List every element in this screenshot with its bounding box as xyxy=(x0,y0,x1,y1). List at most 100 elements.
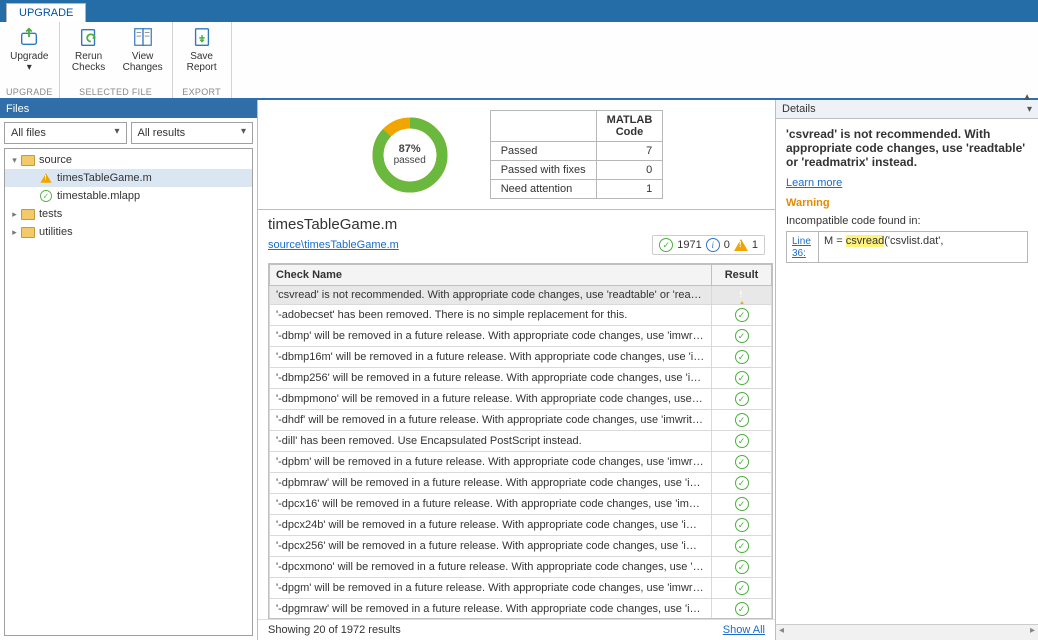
check-result-cell: ✓ xyxy=(712,431,772,452)
info-count: 0 xyxy=(724,239,730,251)
check-result-cell: ✓ xyxy=(712,368,772,389)
pass-icon: ✓ xyxy=(735,455,749,469)
check-name-cell: '-dbmpmono' will be removed in a future … xyxy=(270,389,712,410)
found-in-label: Incompatible code found in: xyxy=(786,215,1028,227)
check-row[interactable]: '-dbmp16m' will be removed in a future r… xyxy=(270,347,772,368)
tree-item-label: utilities xyxy=(39,226,73,238)
check-result-cell: ✓ xyxy=(712,578,772,599)
pass-icon: ✓ xyxy=(735,476,749,490)
check-name-cell: '-dpcx16' will be removed in a future re… xyxy=(270,494,712,515)
upgrade-button[interactable]: Upgrade▾ xyxy=(6,25,52,73)
tree-item-label: tests xyxy=(39,208,62,220)
check-row[interactable]: '-dpcx16' will be removed in a future re… xyxy=(270,494,772,515)
check-row[interactable]: '-dpgm' will be removed in a future rele… xyxy=(270,578,772,599)
check-row[interactable]: '-dpbm' will be removed in a future rele… xyxy=(270,452,772,473)
pass-icon: ✓ xyxy=(735,581,749,595)
show-all-link[interactable]: Show All xyxy=(723,624,765,636)
check-name-cell: '-dbmp' will be removed in a future rele… xyxy=(270,326,712,347)
col-check-name[interactable]: Check Name xyxy=(270,265,712,286)
check-result-cell xyxy=(712,286,772,305)
check-row[interactable]: '-dill' has been removed. Use Encapsulat… xyxy=(270,431,772,452)
check-row[interactable]: '-dhdf' will be removed in a future rele… xyxy=(270,410,772,431)
warn-count: 1 xyxy=(752,239,758,251)
learn-more-link[interactable]: Learn more xyxy=(786,177,842,189)
tree-folder[interactable]: ▸tests xyxy=(5,205,252,223)
pass-icon: ✓ xyxy=(38,189,54,203)
tree-item-label: source xyxy=(39,154,72,166)
filter-scope-dropdown[interactable]: All files xyxy=(4,122,127,144)
col-result[interactable]: Result xyxy=(712,265,772,286)
details-panel-title: Details xyxy=(782,103,816,115)
check-result-cell: ✓ xyxy=(712,326,772,347)
check-result-cell: ✓ xyxy=(712,473,772,494)
tree-item-label: timesTableGame.m xyxy=(57,172,152,184)
details-menu-icon[interactable]: ▾ xyxy=(1027,104,1032,115)
files-panel-title: Files xyxy=(0,100,257,118)
rerun-icon xyxy=(77,25,101,49)
rerun-checks-button[interactable]: Rerun Checks xyxy=(66,25,112,73)
pass-icon: ✓ xyxy=(735,413,749,427)
check-result-cell: ✓ xyxy=(712,347,772,368)
view-changes-button[interactable]: View Changes xyxy=(120,25,166,73)
tree-folder[interactable]: ▾source xyxy=(5,151,252,169)
check-row[interactable]: '-dpcx256' will be removed in a future r… xyxy=(270,536,772,557)
upgrade-icon xyxy=(17,25,41,49)
check-row[interactable]: '-dpcxmono' will be removed in a future … xyxy=(270,557,772,578)
check-name-cell: '-dbmp256' will be removed in a future r… xyxy=(270,368,712,389)
check-row[interactable]: '-dpgmraw' will be removed in a future r… xyxy=(270,599,772,620)
tree-file[interactable]: ✓timestable.mlapp xyxy=(5,187,252,205)
tree-folder[interactable]: ▸utilities xyxy=(5,223,252,241)
tree-item-label: timestable.mlapp xyxy=(57,190,140,202)
stat-value: 0 xyxy=(596,161,663,180)
warn-icon xyxy=(735,289,749,305)
check-result-cell: ✓ xyxy=(712,494,772,515)
details-scrollbar[interactable] xyxy=(776,624,1038,640)
save-report-button[interactable]: Save Report xyxy=(179,25,225,73)
check-name-cell: '-dpcx256' will be removed in a future r… xyxy=(270,536,712,557)
showing-text: Showing 20 of 1972 results xyxy=(268,624,401,636)
check-result-cell: ✓ xyxy=(712,557,772,578)
tree-file[interactable]: timesTableGame.m xyxy=(5,169,252,187)
detail-heading: 'csvread' is not recommended. With appro… xyxy=(786,127,1028,169)
save-report-icon xyxy=(190,25,214,49)
stat-value: 7 xyxy=(596,142,663,161)
check-result-cell: ✓ xyxy=(712,515,772,536)
check-result-cell: ✓ xyxy=(712,536,772,557)
folder-icon xyxy=(20,207,36,221)
check-row[interactable]: '-dpbmraw' will be removed in a future r… xyxy=(270,473,772,494)
check-row[interactable]: '-dbmp256' will be removed in a future r… xyxy=(270,368,772,389)
pass-icon: ✓ xyxy=(735,371,749,385)
file-tree[interactable]: ▾sourcetimesTableGame.m✓timestable.mlapp… xyxy=(4,148,253,636)
group-upgrade-label: UPGRADE xyxy=(6,87,53,97)
current-file-path[interactable]: source\timesTableGame.m xyxy=(268,239,399,251)
check-name-cell: '-dpbmraw' will be removed in a future r… xyxy=(270,473,712,494)
check-row[interactable]: '-dbmp' will be removed in a future rele… xyxy=(270,326,772,347)
code-location-table: Line 36: M = csvread('csvlist.dat', xyxy=(786,231,1028,263)
check-name-cell: 'csvread' is not recommended. With appro… xyxy=(270,286,712,305)
pass-icon: ✓ xyxy=(735,350,749,364)
tab-upgrade[interactable]: UPGRADE xyxy=(6,3,86,22)
pass-icon: ✓ xyxy=(735,308,749,322)
check-row[interactable]: 'csvread' is not recommended. With appro… xyxy=(270,286,772,305)
group-export-label: EXPORT xyxy=(182,87,221,97)
ribbon-collapse-icon[interactable]: ▲ xyxy=(1022,92,1032,103)
severity-label: Warning xyxy=(786,197,1028,209)
check-row[interactable]: '-dbmpmono' will be removed in a future … xyxy=(270,389,772,410)
check-row[interactable]: '-dpcx24b' will be removed in a future r… xyxy=(270,515,772,536)
line-link[interactable]: Line 36: xyxy=(792,236,811,259)
current-file-title: timesTableGame.m xyxy=(268,216,765,233)
folder-icon xyxy=(20,153,36,167)
stat-label: Need attention xyxy=(490,180,596,199)
filter-result-dropdown[interactable]: All results xyxy=(131,122,254,144)
info-icon: i xyxy=(706,238,720,252)
checks-table[interactable]: Check Name Result 'csvread' is not recom… xyxy=(269,264,772,619)
check-result-cell: ✓ xyxy=(712,410,772,431)
pass-count: 1971 xyxy=(677,239,701,251)
pass-icon: ✓ xyxy=(735,518,749,532)
stat-label: Passed with fixes xyxy=(490,161,596,180)
check-row[interactable]: '-adobecset' has been removed. There is … xyxy=(270,305,772,326)
check-result-cell: ✓ xyxy=(712,305,772,326)
pass-icon: ✓ xyxy=(735,497,749,511)
stat-value: 1 xyxy=(596,180,663,199)
check-name-cell: '-dpbm' will be removed in a future rele… xyxy=(270,452,712,473)
